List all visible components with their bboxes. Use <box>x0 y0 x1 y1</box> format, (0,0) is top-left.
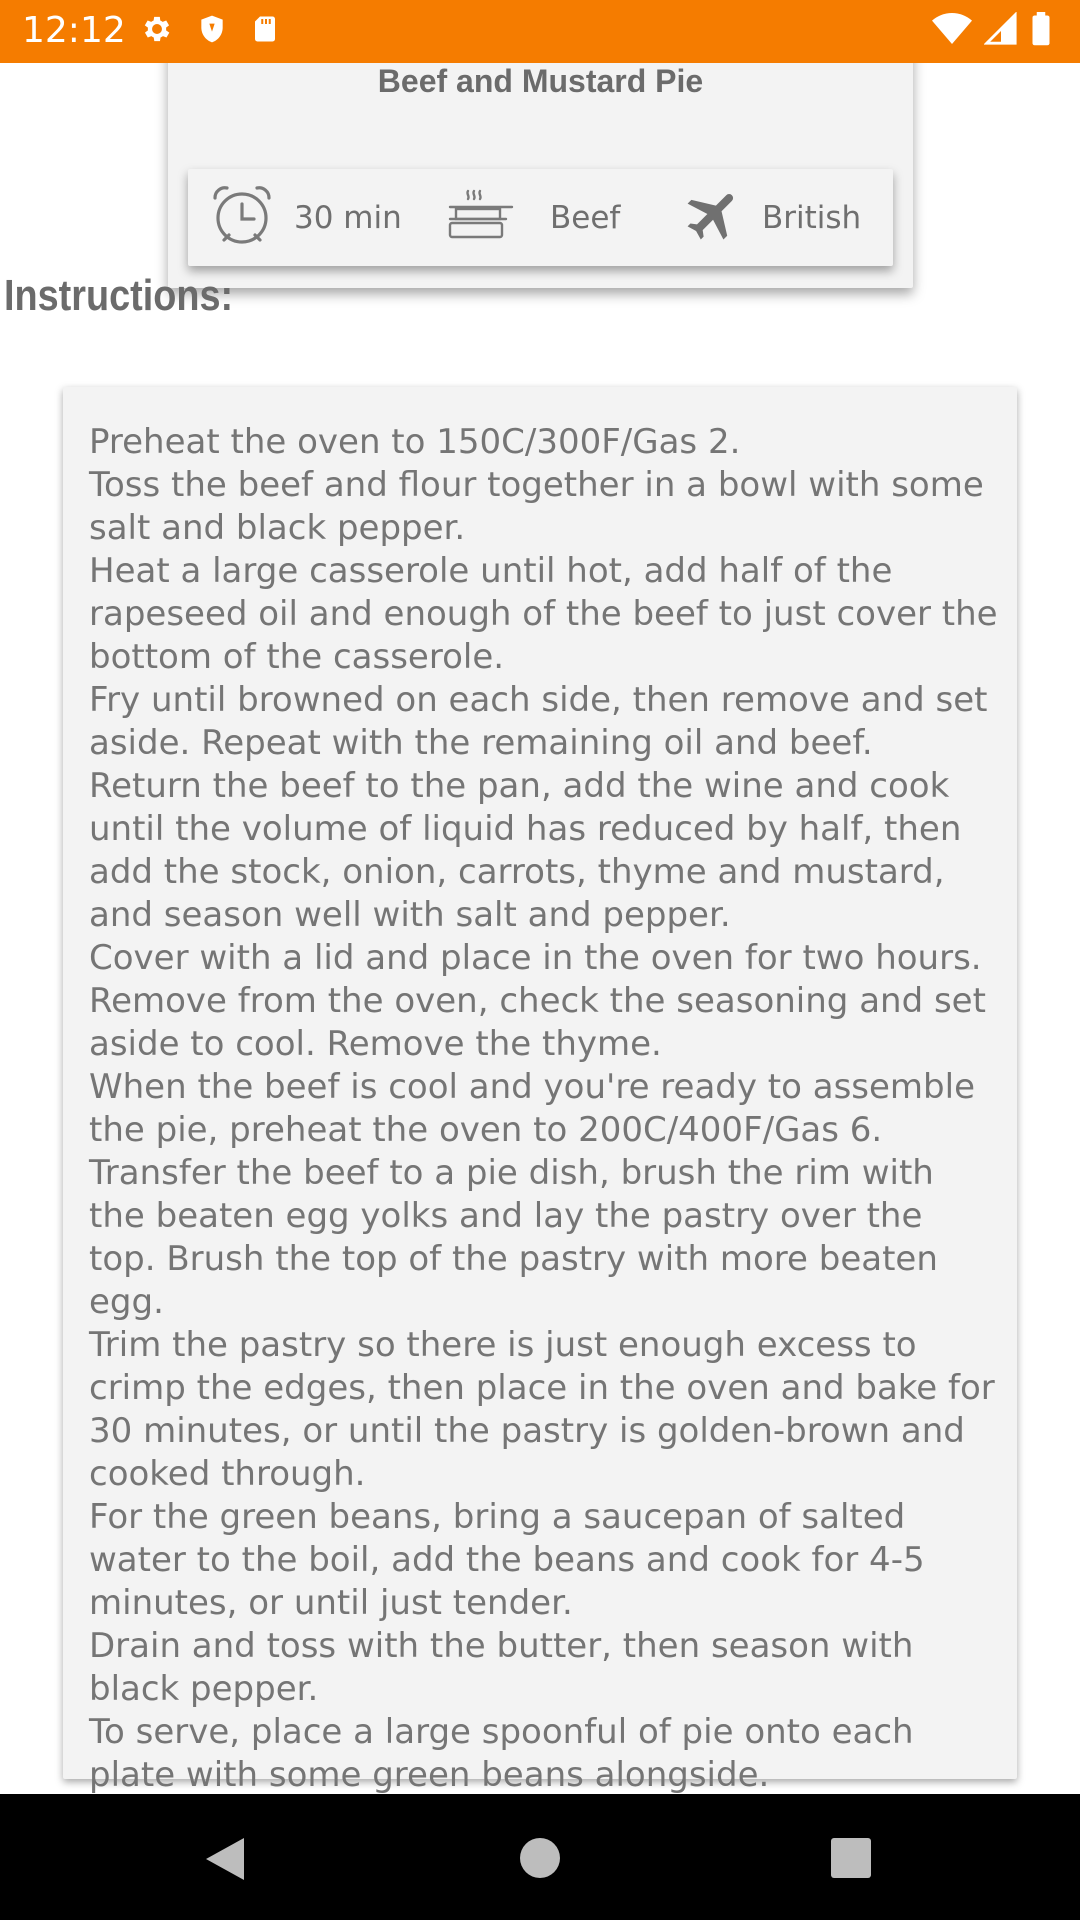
time-label: 30 min <box>294 199 402 236</box>
wifi-icon <box>932 12 972 46</box>
airplane-icon <box>680 183 748 252</box>
time-info: 30 min <box>210 169 402 266</box>
gear-icon <box>140 12 174 46</box>
recents-icon[interactable] <box>830 1837 872 1884</box>
category-info: Beef <box>446 169 620 266</box>
cell-signal-icon <box>984 12 1018 46</box>
instructions-card: Preheat the oven to 150C/300F/Gas 2. Tos… <box>63 387 1017 1794</box>
shield-icon <box>196 12 228 46</box>
area-info: British <box>680 169 861 266</box>
home-icon[interactable] <box>519 1837 561 1884</box>
battery-icon <box>1030 12 1052 46</box>
instructions-text: Preheat the oven to 150C/300F/Gas 2. Tos… <box>89 422 998 1794</box>
alarm-clock-icon <box>210 184 274 251</box>
cooking-pot-icon <box>446 187 514 248</box>
status-bar: 12:12 <box>0 0 1080 63</box>
recipe-header-card: Beef and Mustard Pie 30 min Beef British <box>168 63 913 288</box>
back-icon[interactable] <box>204 1836 246 1887</box>
area-label: British <box>762 199 862 236</box>
category-label: Beef <box>550 199 621 236</box>
instructions-heading: Instructions: <box>4 271 234 320</box>
status-time: 12:12 <box>22 10 126 51</box>
recipe-detail-scroll[interactable]: Beef and Mustard Pie 30 min Beef British… <box>0 63 1080 1794</box>
sd-card-icon <box>250 12 280 46</box>
recipe-info-card: 30 min Beef British <box>188 169 893 266</box>
recipe-title: Beef and Mustard Pie <box>377 63 704 99</box>
navigation-bar <box>0 1794 1080 1920</box>
